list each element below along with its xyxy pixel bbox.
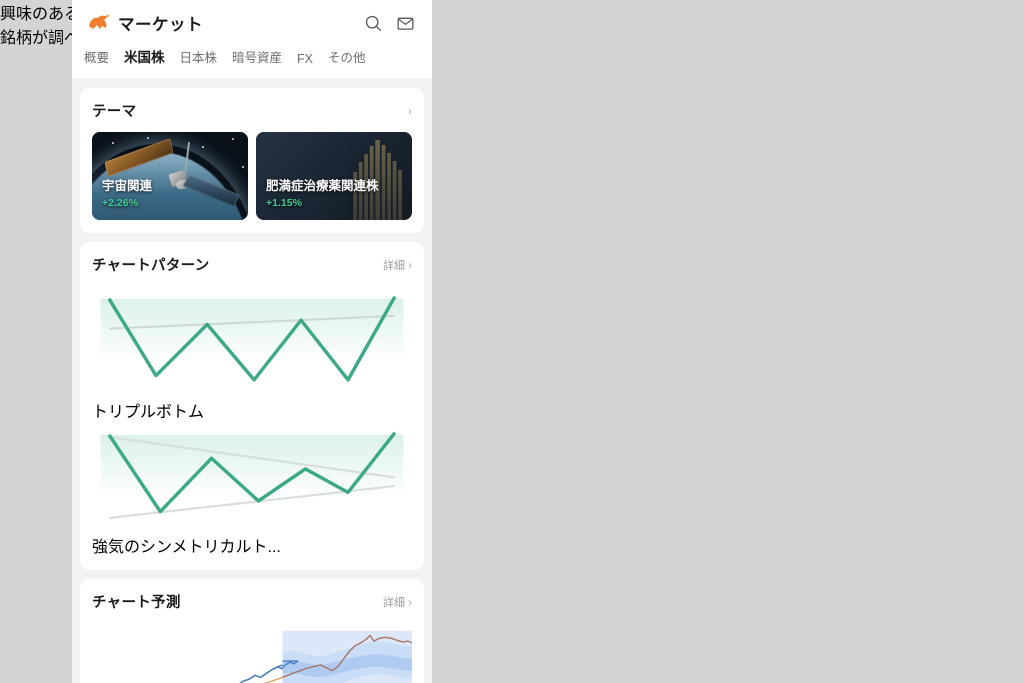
chevron-right-icon[interactable]: › [408, 596, 412, 608]
app-header: マーケット [72, 0, 432, 46]
tab-other[interactable]: その他 [328, 47, 366, 69]
prediction-more-link[interactable]: 詳細 [383, 594, 405, 610]
theme-card-obesity[interactable]: 肥満症治療薬関連株 +1.15% [256, 132, 412, 220]
pattern-section-header: チャートパターン 詳細 › [92, 254, 412, 275]
theme-card-name: 宇宙関連 [102, 179, 153, 193]
theme-card-row: 宇宙関連 +2.26% 肥満症治療薬関連株 +1.15% [92, 132, 412, 220]
pattern-more-link[interactable]: 詳細 [383, 257, 405, 273]
chevron-right-icon[interactable]: › [408, 105, 412, 117]
tab-fx[interactable]: FX [297, 52, 313, 69]
chart-pattern-section: チャートパターン 詳細 › トリプルボトム 強気のシンメトリカルト... [80, 242, 424, 571]
theme-card-change: +2.26% [102, 197, 138, 209]
chart-prediction-section: チャート予測 詳細 › [80, 579, 424, 683]
prediction-section-title: チャート予測 [92, 595, 181, 612]
theme-section-title: テーマ [92, 104, 137, 120]
pattern-card-triple-bottom[interactable]: トリプルボトム [92, 286, 412, 422]
tab-us-stocks[interactable]: 米国株 [123, 46, 166, 70]
page-title: マーケット [118, 16, 203, 34]
search-icon[interactable] [360, 10, 386, 36]
pattern-card-row: トリプルボトム 強気のシンメトリカルト... [92, 286, 412, 557]
theme-card-change: +1.15% [266, 197, 302, 209]
prediction-chart-svg [239, 630, 413, 683]
theme-section: テーマ › 宇宙関連 +2.26% 肥満症治療薬関連株 +1.15% [80, 88, 424, 233]
pattern-card-symmetrical-triangle[interactable]: 強気のシンメトリカルト... [92, 422, 412, 558]
theme-card-name: 肥満症治療薬関連株 [266, 179, 379, 193]
pattern-sparkline [100, 295, 404, 382]
tab-jp-stocks[interactable]: 日本株 [180, 47, 218, 69]
mail-icon[interactable] [392, 10, 418, 36]
prediction-section-header: チャート予測 詳細 › [92, 591, 412, 612]
tab-crypto[interactable]: 暗号資産 [232, 47, 282, 69]
pattern-card-label: 強気のシンメトリカルト... [92, 539, 281, 557]
chevron-right-icon[interactable]: › [408, 259, 412, 271]
pattern-card-label: トリプルボトム [92, 403, 205, 421]
theme-section-header: テーマ › [92, 100, 412, 121]
theme-card-space[interactable]: 宇宙関連 +2.26% [92, 132, 248, 220]
phone-screen: マーケット 概要 米国株 日本株 暗号資産 FX その他 テーマ › 宇宙関連 … [72, 0, 432, 683]
pattern-sparkline [100, 431, 404, 519]
pattern-section-title: チャートパターン [92, 258, 210, 274]
tab-overview[interactable]: 概要 [84, 47, 109, 69]
prediction-chart[interactable] [92, 623, 413, 683]
bull-logo-icon [86, 12, 112, 34]
market-tabs: 概要 米国株 日本株 暗号資産 FX その他 [72, 46, 432, 78]
